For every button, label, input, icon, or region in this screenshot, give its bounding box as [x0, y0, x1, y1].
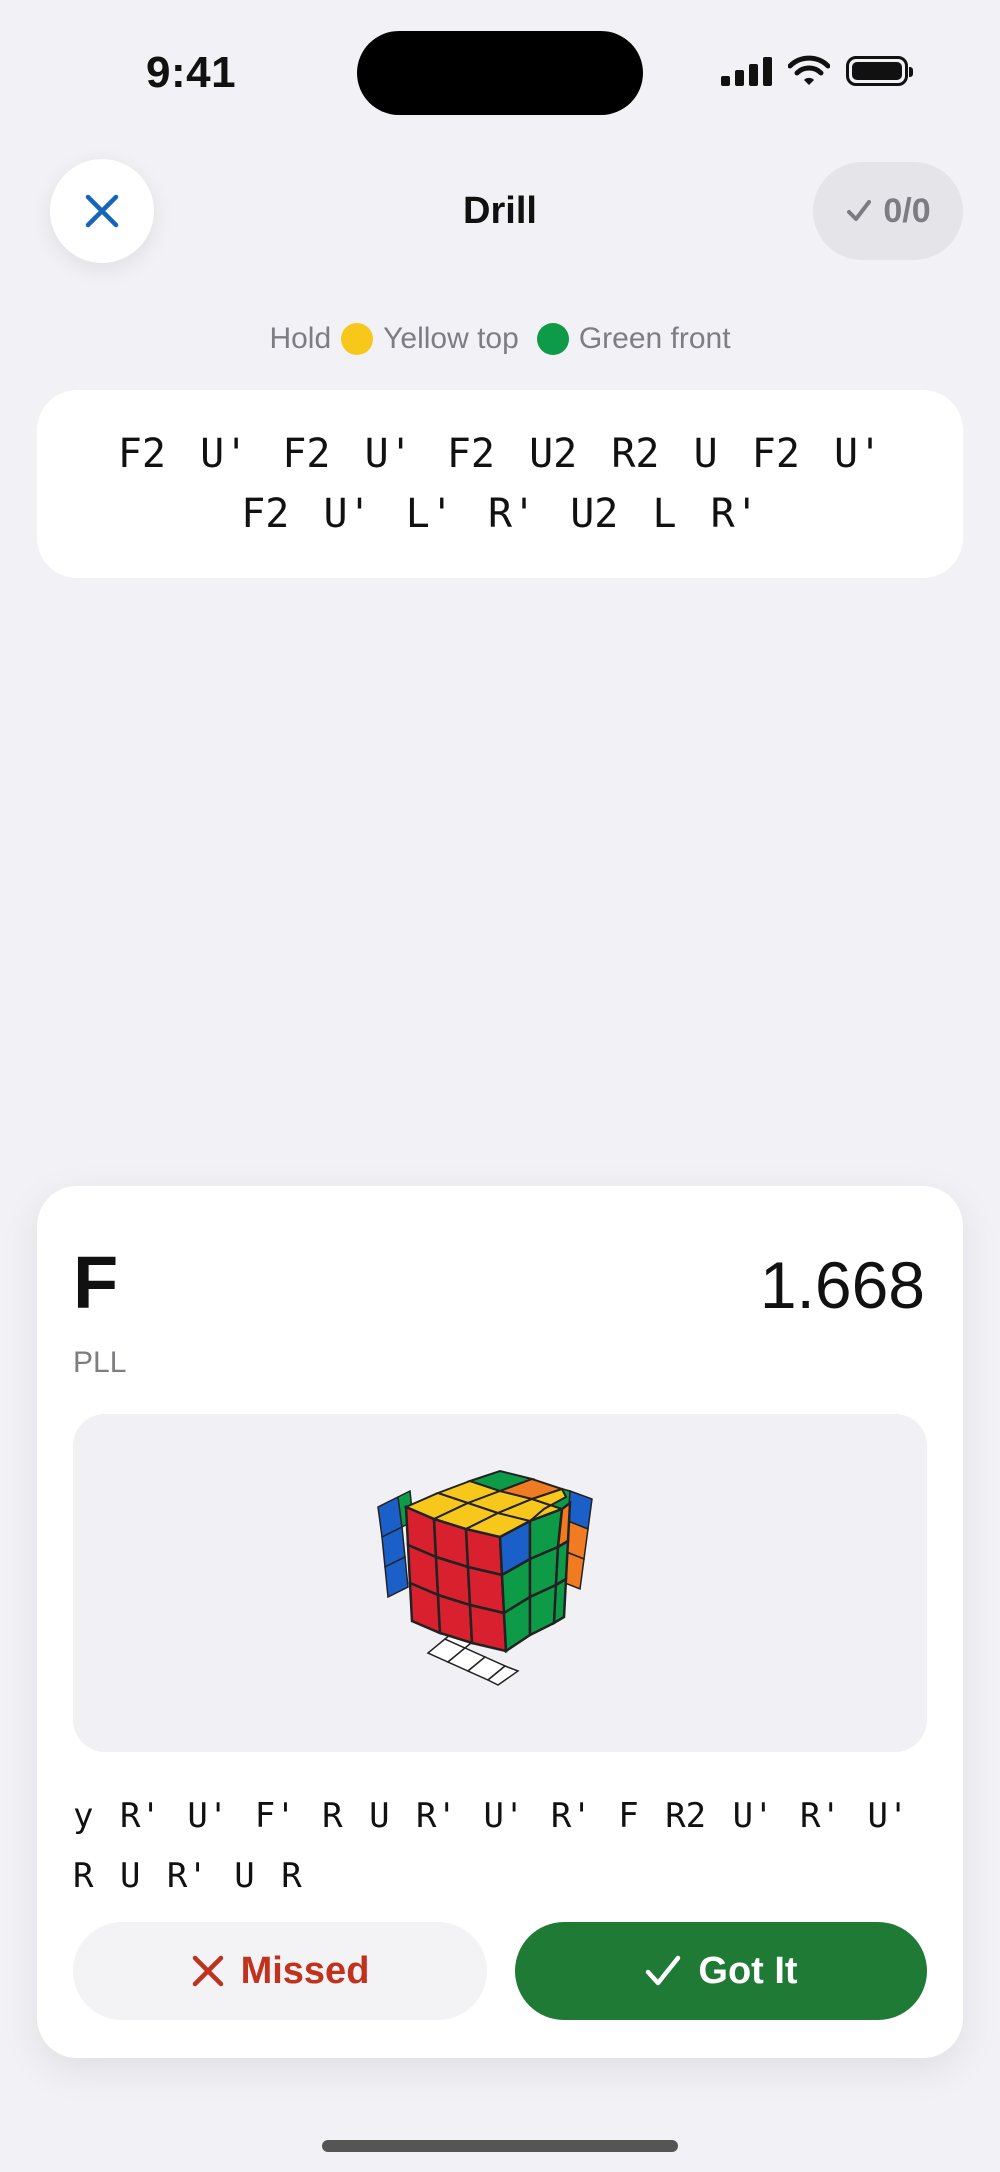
orientation-hint: Hold Yellow top Green front — [0, 322, 1000, 356]
front-color-label: Green front — [578, 322, 731, 355]
case-name: F — [73, 1241, 119, 1324]
battery-icon — [846, 56, 913, 86]
x-mark-icon — [192, 1955, 223, 1987]
hold-label: Hold — [269, 322, 332, 355]
wifi-icon — [788, 55, 830, 85]
scramble-text: F2 U' F2 U' F2 U2 R2 U F2 U' F2 U' L' R'… — [117, 431, 883, 537]
status-icons — [721, 55, 913, 87]
missed-button[interactable]: Missed — [73, 1922, 487, 2020]
cellular-signal-icon — [721, 56, 772, 86]
case-time: 1.668 — [759, 1248, 925, 1322]
green-dot-icon — [536, 323, 569, 355]
got-it-button[interactable]: Got It — [515, 1922, 927, 2020]
cube-preview — [73, 1414, 927, 1752]
missed-label: Missed — [240, 1949, 370, 1992]
score-badge: 0/0 — [813, 162, 963, 260]
dynamic-island — [357, 31, 643, 115]
scramble-card: F2 U' F2 U' F2 U2 R2 U F2 U' F2 U' L' R'… — [37, 390, 963, 578]
yellow-dot-icon — [341, 323, 374, 355]
got-it-label: Got It — [698, 1949, 798, 1992]
score-text: 0/0 — [883, 191, 931, 230]
checkmark-icon — [847, 200, 872, 221]
case-card: F 1.668 PLL y R' U' F' R U R' U' R' F R2… — [37, 1186, 963, 2058]
case-set: PLL — [73, 1346, 127, 1379]
checkmark-icon — [646, 1955, 681, 1986]
algorithm-text: y R' U' F' R U R' U' R' F R2 U' R' U' R … — [73, 1796, 909, 1896]
rubiks-cube-icon — [377, 1469, 593, 1686]
top-color-label: Yellow top — [383, 322, 519, 355]
home-indicator[interactable] — [322, 2140, 678, 2152]
status-time: 9:41 — [146, 48, 237, 97]
